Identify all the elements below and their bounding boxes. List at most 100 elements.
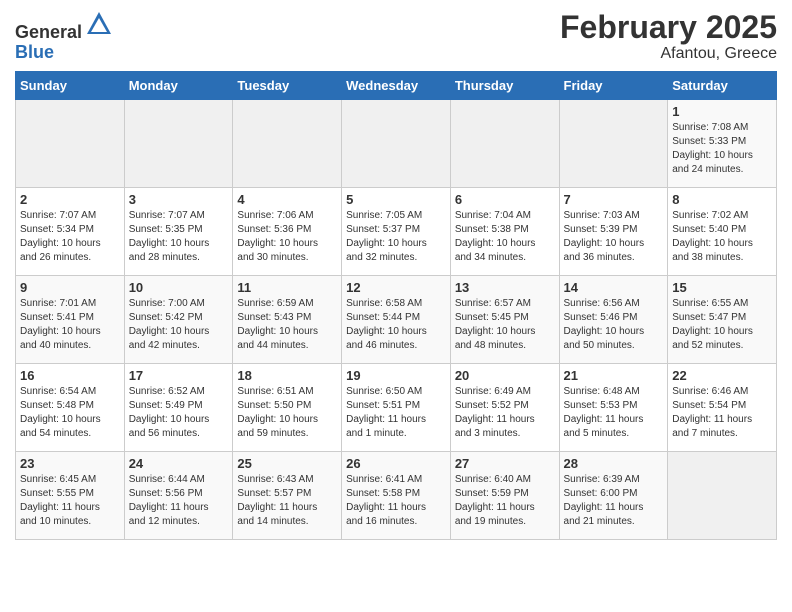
day-detail: Sunrise: 6:51 AM Sunset: 5:50 PM Dayligh… <box>237 385 337 441</box>
day-detail: Sunrise: 6:41 AM Sunset: 5:58 PM Dayligh… <box>346 473 446 529</box>
day-detail: Sunrise: 7:01 AM Sunset: 5:41 PM Dayligh… <box>20 297 120 353</box>
day-detail: Sunrise: 7:04 AM Sunset: 5:38 PM Dayligh… <box>455 209 555 265</box>
calendar-cell: 8 Sunrise: 7:02 AM Sunset: 5:40 PM Daylig… <box>668 188 777 276</box>
day-number: 23 <box>20 456 120 471</box>
calendar-cell: 22 Sunrise: 6:46 AM Sunset: 5:54 PM Dayli… <box>668 364 777 452</box>
calendar-week-row: 1Sunrise: 7:08 AM Sunset: 5:33 PM Daylig… <box>16 100 777 188</box>
day-number: 6 <box>455 192 555 207</box>
day-number: 24 <box>129 456 229 471</box>
day-detail: Sunrise: 7:07 AM Sunset: 5:34 PM Dayligh… <box>20 209 120 265</box>
day-number: 18 <box>237 368 337 383</box>
day-detail: Sunrise: 6:55 AM Sunset: 5:47 PM Dayligh… <box>672 297 772 353</box>
day-detail: Sunrise: 7:02 AM Sunset: 5:40 PM Dayligh… <box>672 209 772 265</box>
day-number: 27 <box>455 456 555 471</box>
calendar-title: February 2025 <box>560 10 777 45</box>
calendar-week-row: 2Sunrise: 7:07 AM Sunset: 5:34 PM Daylig… <box>16 188 777 276</box>
day-number: 7 <box>564 192 664 207</box>
calendar-cell: 26 Sunrise: 6:41 AM Sunset: 5:58 PM Dayli… <box>342 452 451 540</box>
day-detail: Sunrise: 6:44 AM Sunset: 5:56 PM Dayligh… <box>129 473 229 529</box>
day-number: 11 <box>237 280 337 295</box>
calendar-cell: 3 Sunrise: 7:07 AM Sunset: 5:35 PM Daylig… <box>124 188 233 276</box>
day-number: 5 <box>346 192 446 207</box>
day-number: 25 <box>237 456 337 471</box>
day-number: 15 <box>672 280 772 295</box>
calendar-cell: 9 Sunrise: 7:01 AM Sunset: 5:41 PM Daylig… <box>16 276 125 364</box>
calendar-cell: 6 Sunrise: 7:04 AM Sunset: 5:38 PM Daylig… <box>450 188 559 276</box>
day-number: 8 <box>672 192 772 207</box>
day-detail: Sunrise: 6:50 AM Sunset: 5:51 PM Dayligh… <box>346 385 446 441</box>
day-number: 4 <box>237 192 337 207</box>
day-detail: Sunrise: 7:06 AM Sunset: 5:36 PM Dayligh… <box>237 209 337 265</box>
weekday-header-saturday: Saturday <box>668 72 777 100</box>
calendar-cell <box>450 100 559 188</box>
day-detail: Sunrise: 6:57 AM Sunset: 5:45 PM Dayligh… <box>455 297 555 353</box>
title-block: February 2025 Afantou, Greece <box>560 10 777 63</box>
calendar-cell <box>668 452 777 540</box>
calendar-cell: 5 Sunrise: 7:05 AM Sunset: 5:37 PM Daylig… <box>342 188 451 276</box>
day-detail: Sunrise: 7:05 AM Sunset: 5:37 PM Dayligh… <box>346 209 446 265</box>
day-number: 12 <box>346 280 446 295</box>
calendar-cell: 7 Sunrise: 7:03 AM Sunset: 5:39 PM Daylig… <box>559 188 668 276</box>
weekday-header-tuesday: Tuesday <box>233 72 342 100</box>
calendar-cell: 28Sunrise: 6:39 AM Sunset: 6:00 PM Dayli… <box>559 452 668 540</box>
day-detail: Sunrise: 6:49 AM Sunset: 5:52 PM Dayligh… <box>455 385 555 441</box>
calendar-week-row: 16 Sunrise: 6:54 AM Sunset: 5:48 PM Dayli… <box>16 364 777 452</box>
calendar-cell <box>233 100 342 188</box>
calendar-cell: 19 Sunrise: 6:50 AM Sunset: 5:51 PM Dayli… <box>342 364 451 452</box>
day-detail: Sunrise: 7:07 AM Sunset: 5:35 PM Dayligh… <box>129 209 229 265</box>
calendar-cell: 2Sunrise: 7:07 AM Sunset: 5:34 PM Daylig… <box>16 188 125 276</box>
calendar-cell: 4 Sunrise: 7:06 AM Sunset: 5:36 PM Daylig… <box>233 188 342 276</box>
calendar-cell: 27 Sunrise: 6:40 AM Sunset: 5:59 PM Dayli… <box>450 452 559 540</box>
day-number: 22 <box>672 368 772 383</box>
weekday-header-monday: Monday <box>124 72 233 100</box>
calendar-cell: 23 Sunrise: 6:45 AM Sunset: 5:55 PM Dayli… <box>16 452 125 540</box>
day-detail: Sunrise: 6:59 AM Sunset: 5:43 PM Dayligh… <box>237 297 337 353</box>
calendar-cell: 17 Sunrise: 6:52 AM Sunset: 5:49 PM Dayli… <box>124 364 233 452</box>
calendar-cell <box>124 100 233 188</box>
calendar-cell: 13 Sunrise: 6:57 AM Sunset: 5:45 PM Dayli… <box>450 276 559 364</box>
day-detail: Sunrise: 7:03 AM Sunset: 5:39 PM Dayligh… <box>564 209 664 265</box>
day-detail: Sunrise: 6:48 AM Sunset: 5:53 PM Dayligh… <box>564 385 664 441</box>
weekday-header-sunday: Sunday <box>16 72 125 100</box>
calendar-cell: 24 Sunrise: 6:44 AM Sunset: 5:56 PM Dayli… <box>124 452 233 540</box>
logo-icon <box>85 10 113 38</box>
calendar-cell <box>559 100 668 188</box>
day-detail: Sunrise: 6:43 AM Sunset: 5:57 PM Dayligh… <box>237 473 337 529</box>
day-number: 9 <box>20 280 120 295</box>
calendar-week-row: 9 Sunrise: 7:01 AM Sunset: 5:41 PM Daylig… <box>16 276 777 364</box>
day-number: 28 <box>564 456 664 471</box>
calendar-cell: 16 Sunrise: 6:54 AM Sunset: 5:48 PM Dayli… <box>16 364 125 452</box>
day-number: 17 <box>129 368 229 383</box>
calendar-cell: 14 Sunrise: 6:56 AM Sunset: 5:46 PM Dayli… <box>559 276 668 364</box>
calendar-cell <box>342 100 451 188</box>
logo: General Blue <box>15 10 113 63</box>
day-number: 19 <box>346 368 446 383</box>
day-detail: Sunrise: 6:45 AM Sunset: 5:55 PM Dayligh… <box>20 473 120 529</box>
logo-blue-text: Blue <box>15 42 54 62</box>
day-detail: Sunrise: 6:54 AM Sunset: 5:48 PM Dayligh… <box>20 385 120 441</box>
weekday-header-thursday: Thursday <box>450 72 559 100</box>
weekday-header-row: SundayMondayTuesdayWednesdayThursdayFrid… <box>16 72 777 100</box>
day-number: 21 <box>564 368 664 383</box>
day-detail: Sunrise: 6:40 AM Sunset: 5:59 PM Dayligh… <box>455 473 555 529</box>
weekday-header-friday: Friday <box>559 72 668 100</box>
day-detail: Sunrise: 6:52 AM Sunset: 5:49 PM Dayligh… <box>129 385 229 441</box>
calendar-cell: 10Sunrise: 7:00 AM Sunset: 5:42 PM Dayli… <box>124 276 233 364</box>
day-number: 20 <box>455 368 555 383</box>
day-detail: Sunrise: 6:56 AM Sunset: 5:46 PM Dayligh… <box>564 297 664 353</box>
calendar-cell: 11 Sunrise: 6:59 AM Sunset: 5:43 PM Dayli… <box>233 276 342 364</box>
logo-general-text: General <box>15 22 82 42</box>
day-number: 3 <box>129 192 229 207</box>
weekday-header-wednesday: Wednesday <box>342 72 451 100</box>
day-detail: Sunrise: 6:58 AM Sunset: 5:44 PM Dayligh… <box>346 297 446 353</box>
day-detail: Sunrise: 6:46 AM Sunset: 5:54 PM Dayligh… <box>672 385 772 441</box>
page-header: General Blue February 2025 Afantou, Gree… <box>15 10 777 63</box>
day-detail: Sunrise: 7:08 AM Sunset: 5:33 PM Dayligh… <box>672 121 772 177</box>
calendar-cell: 18 Sunrise: 6:51 AM Sunset: 5:50 PM Dayli… <box>233 364 342 452</box>
calendar-cell: 1Sunrise: 7:08 AM Sunset: 5:33 PM Daylig… <box>668 100 777 188</box>
day-number: 13 <box>455 280 555 295</box>
day-number: 14 <box>564 280 664 295</box>
day-number: 16 <box>20 368 120 383</box>
day-number: 26 <box>346 456 446 471</box>
calendar-table: SundayMondayTuesdayWednesdayThursdayFrid… <box>15 71 777 540</box>
